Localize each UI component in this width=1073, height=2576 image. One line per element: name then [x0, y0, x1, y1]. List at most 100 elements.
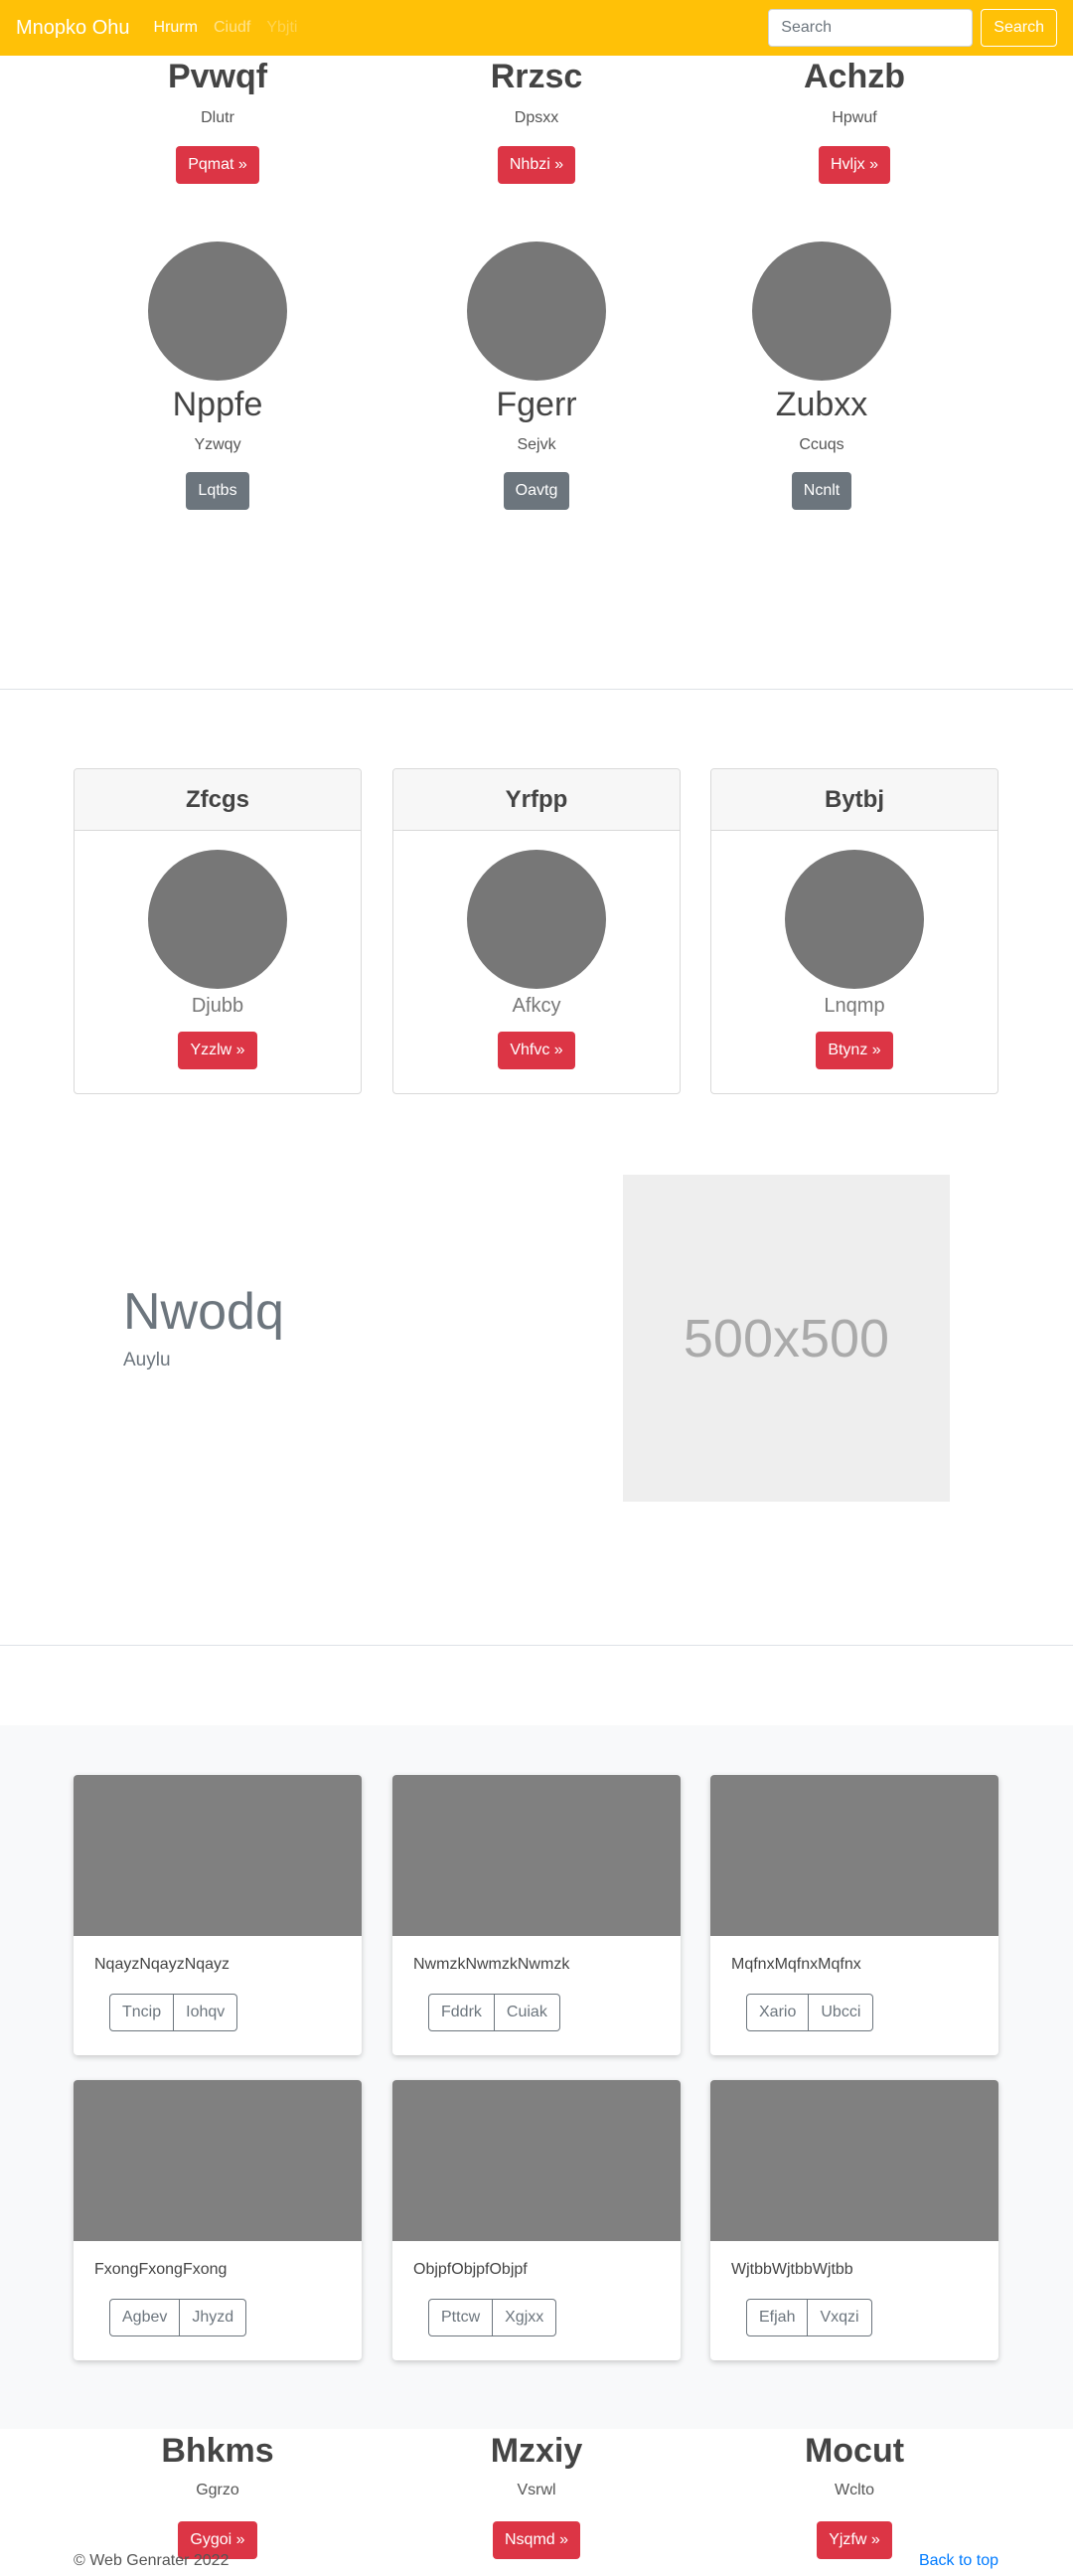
nav-link-1[interactable]: Hrurm	[154, 19, 198, 37]
feature-button[interactable]: Pqmat »	[176, 146, 259, 184]
avatar-placeholder	[467, 242, 606, 381]
card-edit-button[interactable]: Xgjxx	[493, 2299, 557, 2336]
card-image	[392, 1775, 681, 1936]
avatar-placeholder	[148, 850, 287, 989]
brand[interactable]: Mnopko Ohu	[16, 17, 130, 40]
card-subtitle: Djubb	[191, 995, 244, 1017]
header-card-3: Bytbj Lnqmp Btynz »	[710, 768, 998, 1094]
card-view-button[interactable]: Agbev	[109, 2299, 181, 2336]
feature-title: Pvwqf	[167, 58, 268, 95]
card-edit-button[interactable]: Vxqzi	[808, 2299, 872, 2336]
album-card-6: WjtbbWjtbbWjtbb Efjah Vxqzi	[710, 2080, 998, 2360]
divider	[0, 1645, 1073, 1646]
circle-subtitle: Yzwqy	[194, 436, 241, 453]
card-edit-button[interactable]: Ubcci	[809, 1994, 874, 2031]
card-button[interactable]: Vhfvc »	[498, 1032, 575, 1069]
circle-title: Nppfe	[172, 386, 263, 423]
circle-title: Fgerr	[496, 386, 577, 423]
header-card-2: Yrfpp Afkcy Vhfvc »	[392, 768, 681, 1094]
bottom-feature-2: Mzxiy Vsrwl Nsqmd »	[392, 2431, 681, 2559]
card-text: WjtbbWjtbbWjtbb	[731, 2261, 853, 2278]
album-card-3: MqfnxMqfnxMqfnx Xario Ubcci	[710, 1775, 998, 2055]
top-feature-1: Pvwqf Dlutr Pqmat »	[74, 56, 362, 184]
divider	[0, 689, 1073, 690]
card-edit-button[interactable]: Cuiak	[494, 1994, 560, 2031]
circle-item-2: Fgerr Sejvk Oavtg	[392, 242, 681, 510]
search-form: Search	[768, 9, 1057, 47]
search-input[interactable]	[768, 9, 974, 47]
feature-subtitle: Hpwuf	[832, 109, 877, 126]
album-card-4: FxongFxongFxong Agbev Jhyzd	[74, 2080, 362, 2360]
feature-title: Rrzsc	[490, 58, 583, 95]
card-view-button[interactable]: Pttcw	[428, 2299, 494, 2336]
album-card-1: NqayzNqayzNqayz Tncip Iohqv	[74, 1775, 362, 2055]
back-to-top-link[interactable]: Back to top	[919, 2552, 998, 2570]
avatar-placeholder	[752, 242, 891, 381]
feature-button[interactable]: Nsqmd »	[492, 2521, 581, 2559]
card-text: ObjpfObjpfObjpf	[413, 2261, 528, 2278]
card-edit-button[interactable]: Jhyzd	[180, 2299, 247, 2336]
card-subtitle: Lnqmp	[824, 995, 885, 1017]
card-header: Zfcgs	[75, 769, 361, 831]
card-text: NqayzNqayzNqayz	[94, 1956, 230, 1973]
card-text: MqfnxMqfnxMqfnx	[731, 1956, 861, 1973]
top-feature-3: Achzb Hpwuf Hvljx »	[710, 56, 998, 184]
feature-button[interactable]: Nhbzi »	[497, 146, 576, 184]
feature-title: Mocut	[804, 2432, 905, 2470]
feature-subtitle: Vsrwl	[517, 2482, 556, 2498]
avatar-placeholder	[148, 242, 287, 381]
avatar-placeholder	[467, 850, 606, 989]
navbar: Mnopko Ohu Hrurm Ciudf Ybjti Search	[0, 0, 1073, 56]
header-card-1: Zfcgs Djubb Yzzlw »	[74, 768, 362, 1094]
card-view-button[interactable]: Efjah	[746, 2299, 809, 2336]
card-header: Yrfpp	[393, 769, 680, 831]
feature-button[interactable]: Hvljx »	[818, 146, 890, 184]
feature-lead: Auylu	[123, 1350, 171, 1370]
card-button[interactable]: Btynz »	[816, 1032, 893, 1069]
feature-title: Achzb	[804, 58, 905, 95]
card-text: NwmzkNwmzkNwmzk	[413, 1956, 570, 1973]
card-view-button[interactable]: Fddrk	[428, 1994, 495, 2031]
feature-subtitle: Wclto	[835, 2482, 874, 2498]
nav-link-2[interactable]: Ciudf	[214, 19, 250, 37]
circle-subtitle: Ccuqs	[799, 436, 844, 453]
feature-title: Mzxiy	[490, 2432, 583, 2470]
feature-title: Bhkms	[161, 2432, 274, 2470]
album-card-2: NwmzkNwmzkNwmzk Fddrk Cuiak	[392, 1775, 681, 2055]
feature-button[interactable]: Yjzfw »	[817, 2521, 892, 2559]
circle-button[interactable]: Lqtbs	[186, 472, 249, 510]
bottom-feature-3: Mocut Wclto Yjzfw »	[710, 2431, 998, 2559]
card-image	[710, 1775, 998, 1936]
feature-subtitle: Dlutr	[201, 109, 234, 126]
search-button[interactable]: Search	[981, 9, 1057, 47]
card-image	[74, 1775, 362, 1936]
circle-subtitle: Sejvk	[517, 436, 556, 453]
card-view-button[interactable]: Tncip	[109, 1994, 175, 2031]
card-subtitle: Afkcy	[512, 995, 561, 1017]
bottom-feature-1: Bhkms Ggrzo Gygoi »	[74, 2431, 362, 2559]
feature-subtitle: Dpsxx	[514, 109, 559, 126]
placeholder-image: 500x500	[623, 1175, 950, 1502]
circle-title: Zubxx	[775, 386, 868, 423]
copyright: © Web Genrater 2022	[74, 2552, 230, 2569]
album-card-5: ObjpfObjpfObjpf Pttcw Xgjxx	[392, 2080, 681, 2360]
card-text: FxongFxongFxong	[94, 2261, 228, 2278]
card-image	[710, 2080, 998, 2241]
card-image	[74, 2080, 362, 2241]
card-view-button[interactable]: Xario	[746, 1994, 810, 2031]
avatar-placeholder	[785, 850, 924, 989]
card-image	[392, 2080, 681, 2241]
circle-item-1: Nppfe Yzwqy Lqtbs	[74, 242, 362, 510]
card-header: Bytbj	[711, 769, 997, 831]
top-feature-2: Rrzsc Dpsxx Nhbzi »	[392, 56, 681, 184]
circle-button[interactable]: Oavtg	[503, 472, 570, 510]
card-button[interactable]: Yzzlw »	[178, 1032, 257, 1069]
feature-subtitle: Ggrzo	[196, 2482, 239, 2498]
card-edit-button[interactable]: Iohqv	[174, 1994, 238, 2031]
placeholder-label: 500x500	[683, 1308, 890, 1368]
feature-heading: Nwodq	[123, 1283, 284, 1341]
nav-link-3[interactable]: Ybjti	[266, 19, 297, 37]
album-section: NqayzNqayzNqayz Tncip Iohqv NwmzkNwmzkNwm…	[0, 1725, 1073, 2429]
circle-button[interactable]: Ncnlt	[791, 472, 852, 510]
circle-item-3: Zubxx Ccuqs Ncnlt	[678, 242, 966, 510]
